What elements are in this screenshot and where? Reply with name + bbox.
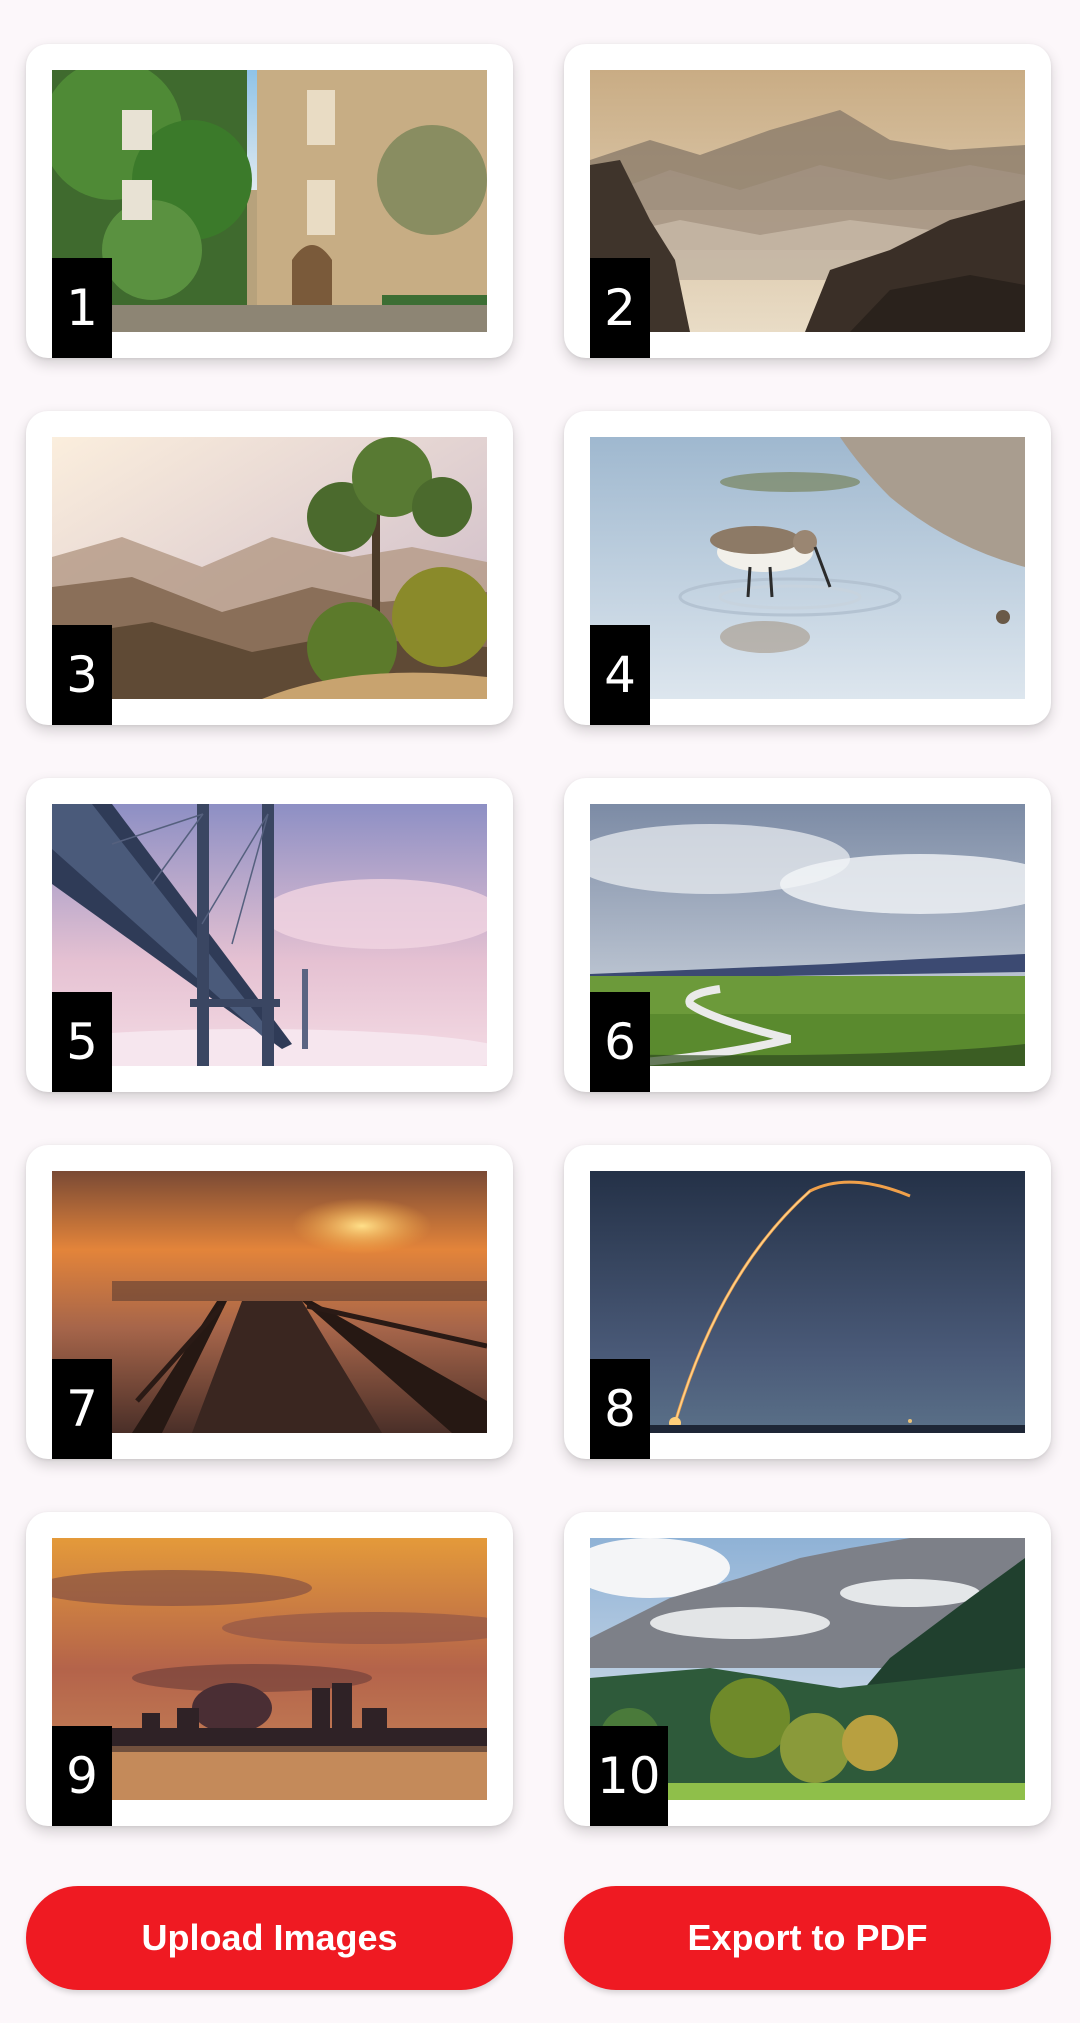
image-number-badge: 4 (590, 625, 650, 725)
image-number-badge: 2 (590, 258, 650, 358)
image-thumbnail (52, 1171, 487, 1433)
image-card-5[interactable]: 5 (26, 778, 513, 1092)
image-card-7[interactable]: 7 (26, 1145, 513, 1459)
image-thumbnail (590, 1171, 1025, 1433)
image-card-4[interactable]: 4 (564, 411, 1051, 725)
image-card-1[interactable]: 1 (26, 44, 513, 358)
image-thumbnail (52, 437, 487, 699)
action-bar: Upload Images Export to PDF (26, 1886, 1051, 1990)
image-thumbnail (590, 70, 1025, 332)
image-number-badge: 3 (52, 625, 112, 725)
image-grid: 1 2 3 4 5 6 7 8 9 10 (26, 44, 1051, 1826)
image-number-badge: 10 (590, 1726, 668, 1826)
image-thumbnail (52, 1538, 487, 1800)
image-card-3[interactable]: 3 (26, 411, 513, 725)
image-card-6[interactable]: 6 (564, 778, 1051, 1092)
image-number-badge: 6 (590, 992, 650, 1092)
image-number-badge: 8 (590, 1359, 650, 1459)
image-card-10[interactable]: 10 (564, 1512, 1051, 1826)
image-card-8[interactable]: 8 (564, 1145, 1051, 1459)
image-number-badge: 7 (52, 1359, 112, 1459)
image-number-badge: 1 (52, 258, 112, 358)
export-pdf-button[interactable]: Export to PDF (564, 1886, 1051, 1990)
image-thumbnail (52, 804, 487, 1066)
image-thumbnail (590, 437, 1025, 699)
image-card-2[interactable]: 2 (564, 44, 1051, 358)
image-number-badge: 9 (52, 1726, 112, 1826)
image-thumbnail (590, 804, 1025, 1066)
upload-images-button[interactable]: Upload Images (26, 1886, 513, 1990)
image-number-badge: 5 (52, 992, 112, 1092)
image-card-9[interactable]: 9 (26, 1512, 513, 1826)
image-thumbnail (52, 70, 487, 332)
